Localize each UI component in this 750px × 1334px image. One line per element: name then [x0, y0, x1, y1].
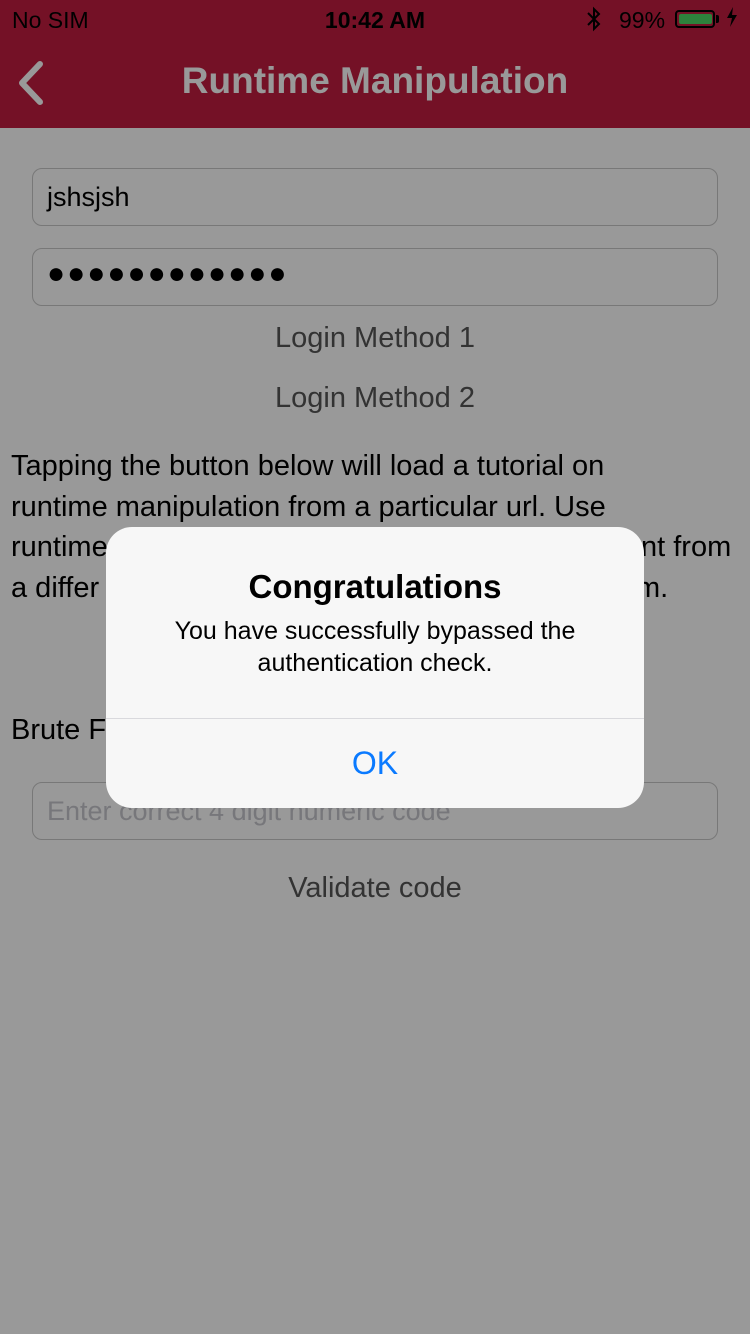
ok-button[interactable]: OK — [106, 719, 644, 808]
alert-message: You have successfully bypassed the authe… — [136, 615, 614, 679]
alert-title: Congratulations — [248, 568, 502, 605]
alert-dialog: Congratulations You have successfully by… — [106, 527, 644, 808]
alert-message-line-1: You have successfully bypassed the — [174, 617, 576, 645]
alert-message-line-2: authentication check. — [257, 649, 493, 677]
screen: No SIM 10:42 AM 99% Runtime Manipulation… — [0, 0, 750, 1334]
